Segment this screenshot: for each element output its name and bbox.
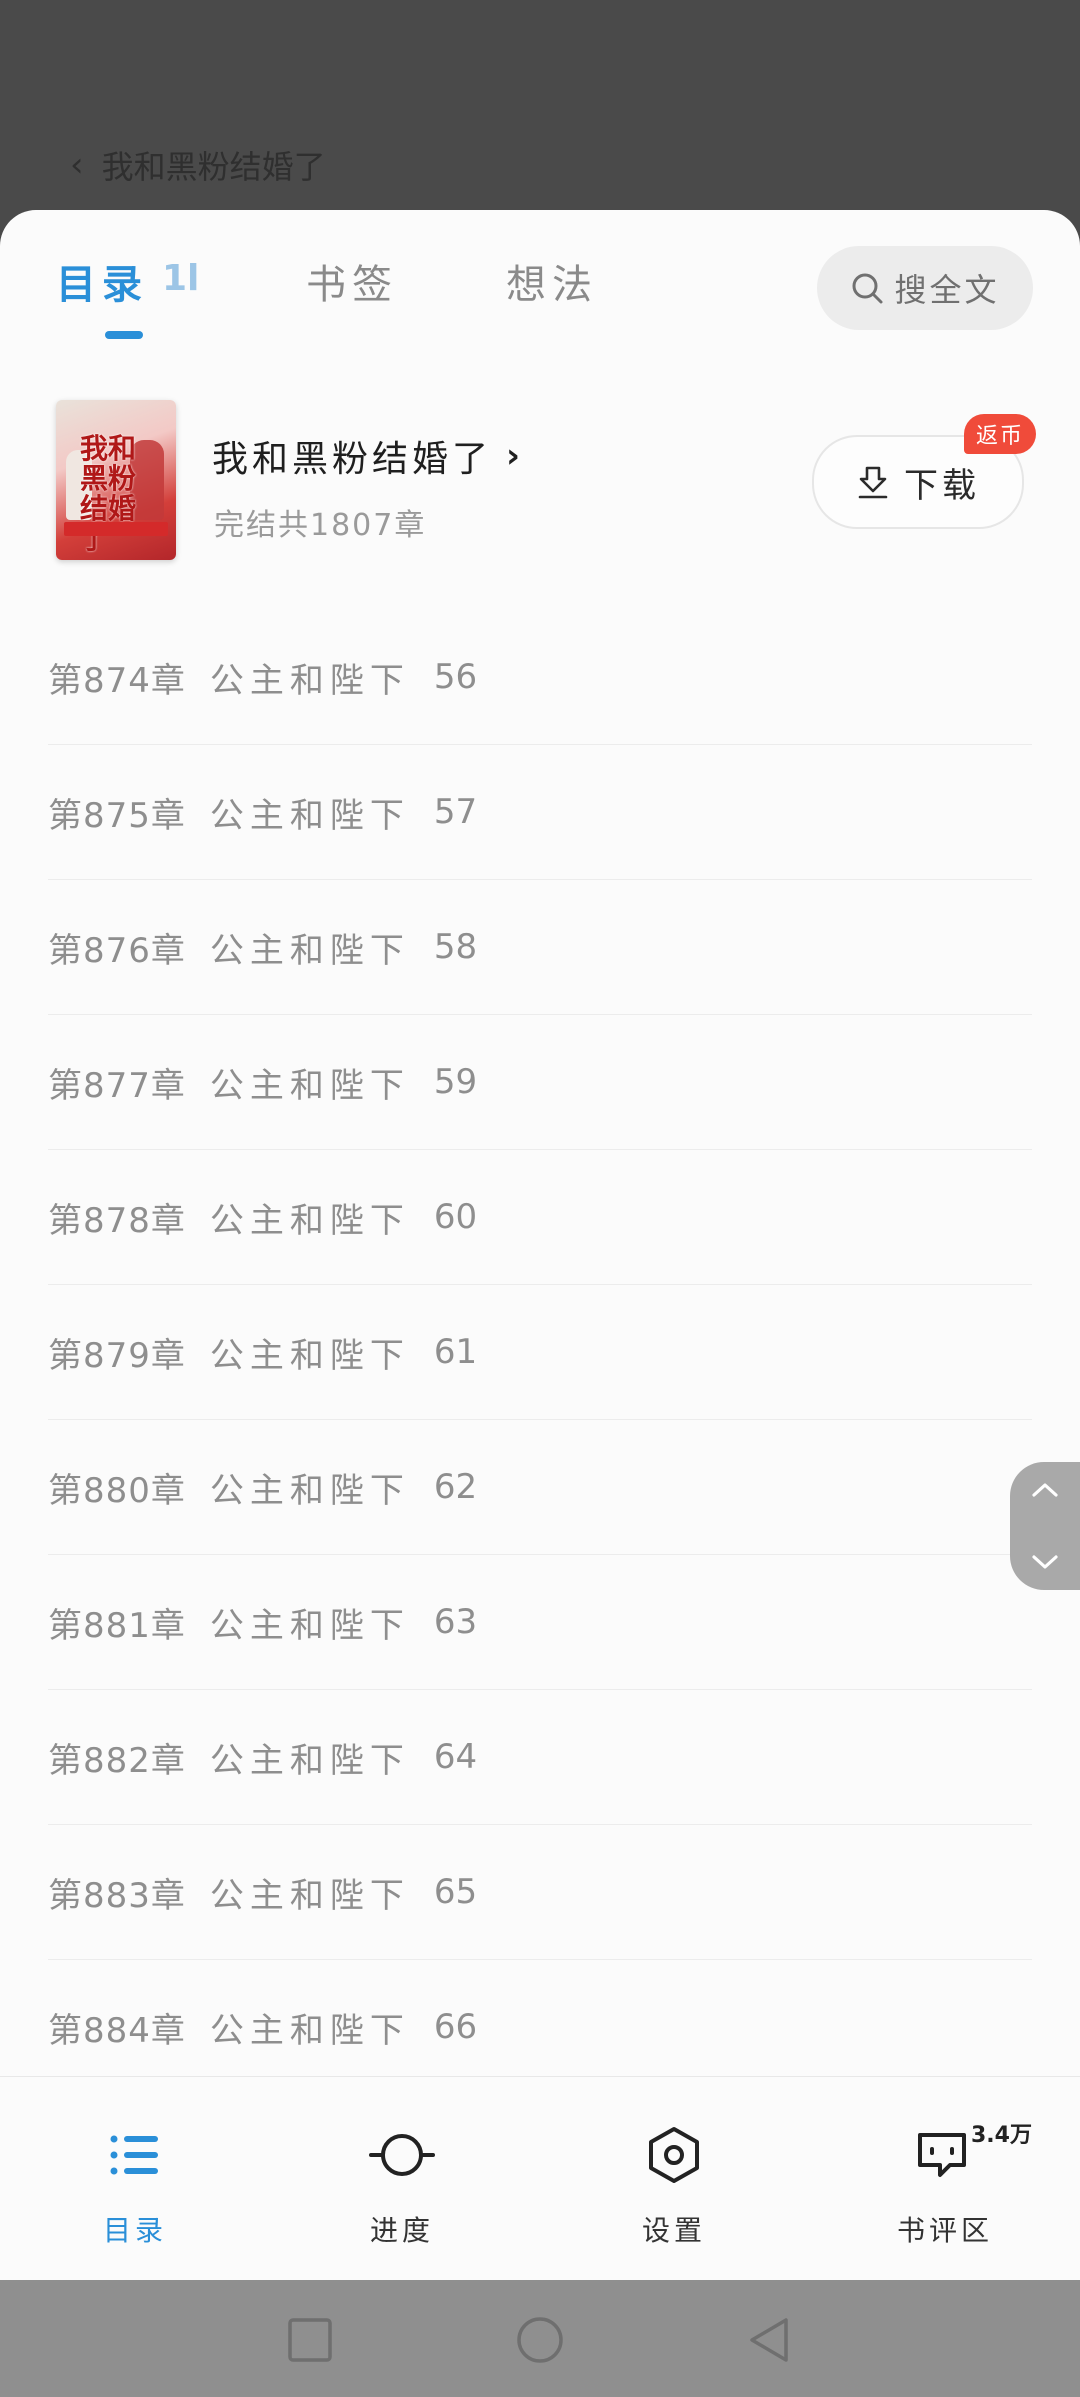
reader-header: ‹ 我和黑粉结婚了 (70, 140, 326, 190)
nav-catalog-label: 目录 (102, 2214, 167, 2247)
chapter-title: 公主和陛下 (209, 1875, 410, 1916)
chapter-part: 56 (433, 657, 478, 697)
nav-progress-label: 进度 (369, 2214, 434, 2247)
chapter-part: 66 (433, 2007, 478, 2047)
chapter-title: 公主和陛下 (209, 1740, 410, 1781)
settings-icon (649, 2127, 699, 2183)
nav-reviews-label: 书评区 (896, 2214, 993, 2247)
chapter-title: 公主和陛下 (209, 1200, 410, 1241)
chapter-part: 65 (433, 1872, 478, 1912)
chapter-list: 第874章 公主和陛下 56 第875章 公主和陛下 57 第876章 公主和陛… (0, 610, 1080, 2094)
chapter-item[interactable]: 第876章 公主和陛下 58 (48, 880, 1032, 1015)
tab-bar: 目录 1l 书签 想法 搜全文 (0, 210, 1080, 360)
chapter-item[interactable]: 第881章 公主和陛下 63 (48, 1555, 1032, 1690)
chapter-part: 58 (433, 927, 478, 967)
search-label: 搜全文 (894, 271, 1000, 309)
chapter-item[interactable]: 第874章 公主和陛下 56 (48, 610, 1032, 745)
chapter-part: 59 (433, 1062, 478, 1102)
book-title: 我和黑粉结婚了 (212, 439, 493, 480)
book-status: 完结共1807章 (214, 508, 427, 543)
coin-return-badge: 返币 (964, 414, 1037, 454)
chapter-number: 第877章 (48, 1065, 186, 1106)
chapter-title: 公主和陛下 (209, 660, 410, 701)
chapter-title: 公主和陛下 (209, 1335, 410, 1376)
chapter-item[interactable]: 第878章 公主和陛下 60 (48, 1150, 1032, 1285)
review-count-badge: 3.4万 (971, 2123, 1032, 2148)
chapter-item[interactable]: 第883章 公主和陛下 65 (48, 1825, 1032, 1960)
chapter-part: 63 (433, 1602, 478, 1642)
book-title-link[interactable]: 我和黑粉结婚了 › (212, 430, 524, 482)
tab-catalog[interactable]: 目录 (56, 252, 148, 310)
chapter-item[interactable]: 第879章 公主和陛下 61 (48, 1285, 1032, 1420)
chapter-part: 64 (433, 1737, 478, 1777)
chapter-part: 57 (433, 792, 478, 832)
chapter-number: 第874章 (48, 660, 186, 701)
chevron-up-icon[interactable] (1030, 1480, 1060, 1500)
chapter-number: 第884章 (48, 2010, 186, 2051)
recents-icon[interactable] (280, 2310, 340, 2370)
bottom-nav: 目录 进度 设置 3.4万 书评区 (0, 2076, 1080, 2280)
system-navigation-bar (0, 2280, 1080, 2397)
cover-band (64, 522, 168, 536)
back-icon[interactable] (740, 2310, 800, 2370)
download-label: 下载 (904, 465, 980, 506)
tab-thoughts[interactable]: 想法 (506, 252, 598, 310)
sort-order-icon[interactable]: 1l (162, 258, 199, 299)
chapter-part: 60 (433, 1197, 478, 1237)
chapter-number: 第875章 (48, 795, 186, 836)
back-chevron-icon[interactable]: ‹ (70, 145, 84, 185)
nav-progress[interactable]: 进度 (302, 2077, 502, 2280)
tab-bookmarks[interactable]: 书签 (306, 252, 398, 310)
chapter-number: 第881章 (48, 1605, 186, 1646)
chapter-number: 第882章 (48, 1740, 186, 1781)
chapter-item[interactable]: 第877章 公主和陛下 59 (48, 1015, 1032, 1150)
chapter-title: 公主和陛下 (209, 930, 410, 971)
reader-book-title: 我和黑粉结婚了 (101, 148, 326, 186)
chapter-part: 62 (433, 1467, 478, 1507)
book-cover[interactable]: 我和黑粉结婚了 (56, 400, 176, 560)
chapter-title: 公主和陛下 (209, 1470, 410, 1511)
active-tab-indicator (105, 331, 143, 339)
cover-title-art: 我和黑粉结婚了 (80, 432, 137, 555)
catalog-sheet: 目录 1l 书签 想法 搜全文 我和黑粉结婚了 我和黑粉结婚了 › 完结共180… (0, 210, 1080, 2280)
chapter-item[interactable]: 第875章 公主和陛下 57 (48, 745, 1032, 880)
download-icon (858, 466, 888, 499)
chapter-number: 第879章 (48, 1335, 186, 1376)
chapter-item[interactable]: 第882章 公主和陛下 64 (48, 1690, 1032, 1825)
chapter-item[interactable]: 第884章 公主和陛下 66 (48, 1960, 1032, 2094)
chapter-title: 公主和陛下 (209, 1605, 410, 1646)
fast-scroll-handle[interactable] (1010, 1462, 1080, 1590)
chapter-part: 61 (433, 1332, 478, 1372)
progress-icon (369, 2134, 435, 2176)
nav-settings[interactable]: 设置 (574, 2077, 774, 2280)
home-icon[interactable] (510, 2310, 570, 2370)
book-card: 我和黑粉结婚了 我和黑粉结婚了 › 完结共1807章 下载 返币 (0, 400, 1080, 580)
chapter-number: 第883章 (48, 1875, 186, 1916)
chapter-title: 公主和陛下 (209, 795, 410, 836)
chevron-down-icon[interactable] (1030, 1552, 1060, 1572)
chapter-number: 第880章 (48, 1470, 186, 1511)
nav-catalog[interactable]: 目录 (35, 2077, 235, 2280)
chapter-number: 第878章 (48, 1200, 186, 1241)
chapter-item[interactable]: 第880章 公主和陛下 62 (48, 1420, 1032, 1555)
comments-icon (918, 2133, 966, 2177)
chapter-number: 第876章 (48, 930, 186, 971)
nav-reviews[interactable]: 3.4万 书评区 (845, 2077, 1045, 2280)
chevron-right-icon: › (506, 436, 525, 476)
search-full-text-button[interactable]: 搜全文 (817, 246, 1033, 330)
list-icon (110, 2135, 158, 2175)
chapter-title: 公主和陛下 (209, 1065, 410, 1106)
nav-settings-label: 设置 (641, 2214, 706, 2247)
chapter-title: 公主和陛下 (209, 2010, 410, 2051)
search-icon (852, 273, 883, 304)
